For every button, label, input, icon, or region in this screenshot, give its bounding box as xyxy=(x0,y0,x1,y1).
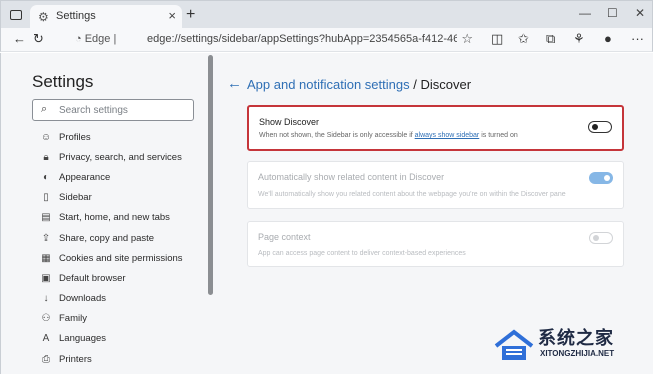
favorite-add-icon[interactable]: ☆ xyxy=(461,31,473,47)
profile-icon: ☺ xyxy=(40,131,52,143)
sidebar-item-default-browser[interactable]: ▣ Default browser xyxy=(39,268,183,288)
page-title: App and notification settings / Discover xyxy=(247,77,471,92)
sidebar-item-privacy[interactable]: 🔒︎ Privacy, search, and services xyxy=(39,147,183,167)
nav-label: Languages xyxy=(59,333,107,345)
cookie-icon: ▦ xyxy=(41,252,51,264)
nav-label: Privacy, search, and services xyxy=(59,151,182,163)
profile-avatar-icon[interactable]: ● xyxy=(604,31,612,47)
watermark-title: 系统之家 xyxy=(538,328,614,348)
breadcrumb-current: Discover xyxy=(420,77,472,92)
site-info[interactable]: ◔ Edge | xyxy=(75,33,116,45)
edge-icon: ◔ xyxy=(75,33,82,45)
extensions-icon[interactable]: ⚘ xyxy=(573,31,585,47)
nav-label: Sidebar xyxy=(59,192,92,204)
related-content-card: Automatically show related content in Di… xyxy=(247,161,624,209)
favorites-icon[interactable]: ✩ xyxy=(518,31,529,47)
always-show-sidebar-link[interactable]: always show sidebar xyxy=(415,132,480,139)
maximize-icon[interactable]: ☐ xyxy=(607,6,618,20)
download-icon: ↓ xyxy=(43,293,49,305)
sidebar-item-share[interactable]: ⇪ Share, copy and paste xyxy=(39,228,183,248)
nav-label: Profiles xyxy=(59,131,91,143)
setting-description: We'll automatically show you related con… xyxy=(258,191,566,198)
nav-label: Downloads xyxy=(59,293,106,305)
watermark-subtitle: XITONGZHIJIA.NET xyxy=(540,349,615,358)
watermark: 系统之家 XITONGZHIJIA.NET xyxy=(490,322,650,370)
search-box[interactable]: ⌕ xyxy=(32,99,194,121)
setting-description: When not shown, the Sidebar is only acce… xyxy=(259,132,518,139)
toggle-knob xyxy=(592,124,598,130)
url-prefix: Edge | xyxy=(84,33,117,45)
nav-label: Printers xyxy=(59,353,92,365)
description-text: When not shown, the Sidebar is only acce… xyxy=(259,132,413,139)
appearance-icon: ◐ xyxy=(42,171,50,183)
address-bar[interactable]: ◔ Edge | edge://settings/sidebar/appSett… xyxy=(69,30,479,50)
settings-sidebar: Settings ⌕ ☺ Profiles 🔒︎ Privacy, search, … xyxy=(1,53,213,374)
sidebar-icon: ▯ xyxy=(43,192,49,204)
back-icon[interactable]: ← xyxy=(13,31,26,47)
gear-icon: ⚙ xyxy=(38,10,49,24)
close-window-icon[interactable]: ✕ xyxy=(635,6,645,20)
sidebar-item-start-home[interactable]: ▤ Start, home, and new tabs xyxy=(39,208,183,228)
breadcrumb-separator: / xyxy=(413,77,417,92)
sidebar-item-downloads[interactable]: ↓ Downloads xyxy=(39,289,183,309)
sidebar-item-sidebar[interactable]: ▯ Sidebar xyxy=(39,188,183,208)
refresh-icon[interactable]: ↻ xyxy=(33,31,44,47)
url-text[interactable]: edge://settings/sidebar/appSettings?hubA… xyxy=(147,33,457,45)
sidebar-item-family[interactable]: ⚇ Family xyxy=(39,309,183,329)
home-icon: ▤ xyxy=(41,212,51,224)
breadcrumb-parent[interactable]: App and notification settings xyxy=(247,77,410,92)
sidebar-item-printers[interactable]: ⎙ Printers xyxy=(39,349,183,369)
minimize-icon[interactable]: — xyxy=(579,6,591,20)
show-discover-toggle[interactable] xyxy=(588,121,612,133)
watermark-logo xyxy=(494,329,534,360)
scrollbar[interactable] xyxy=(208,55,213,295)
search-input[interactable] xyxy=(59,102,189,118)
setting-description: App can access page content to deliver c… xyxy=(258,250,466,257)
new-tab-icon[interactable]: + xyxy=(186,6,195,24)
toggle-knob xyxy=(604,175,610,181)
share-icon: ⇪ xyxy=(41,232,51,244)
nav-label: Cookies and site permissions xyxy=(59,252,183,264)
toolbar: ← ↻ ◔ Edge | edge://settings/sidebar/app… xyxy=(0,28,653,52)
browser-icon: ▣ xyxy=(41,272,51,284)
nav-label: Share, copy and paste xyxy=(59,232,155,244)
related-content-toggle xyxy=(589,172,613,184)
sidebar-item-appearance[interactable]: ◐ Appearance xyxy=(39,167,183,187)
tab-strip: ⚙ Settings × + — ☐ ✕ xyxy=(0,0,653,29)
setting-title: Page context xyxy=(258,232,311,242)
split-screen-icon[interactable]: ◫ xyxy=(491,31,503,47)
toggle-knob xyxy=(593,235,599,241)
more-options-icon[interactable]: ··· xyxy=(631,31,644,47)
nav-label: Family xyxy=(59,313,87,325)
settings-title: Settings xyxy=(32,72,94,91)
settings-nav: ☺ Profiles 🔒︎ Privacy, search, and service… xyxy=(39,127,183,369)
search-icon: ⌕ xyxy=(41,103,48,115)
close-tab-icon[interactable]: × xyxy=(168,8,176,23)
sidebar-item-languages[interactable]: A Languages xyxy=(39,329,183,349)
languages-icon: A xyxy=(42,333,50,345)
lock-icon: 🔒︎ xyxy=(43,151,49,163)
tab-title: Settings xyxy=(56,10,96,22)
setting-title: Show Discover xyxy=(259,117,320,127)
page-context-toggle xyxy=(589,232,613,244)
show-discover-card: Show Discover When not shown, the Sideba… xyxy=(247,105,624,151)
printer-icon: ⎙ xyxy=(42,353,50,365)
setting-title: Automatically show related content in Di… xyxy=(258,172,445,182)
page-context-card: Page context App can access page content… xyxy=(247,221,624,267)
description-text: is turned on xyxy=(481,132,518,139)
collections-icon[interactable]: ⧉ xyxy=(546,31,555,47)
nav-label: Start, home, and new tabs xyxy=(59,212,170,224)
nav-label: Default browser xyxy=(59,272,126,284)
tab-actions-icon[interactable] xyxy=(10,10,22,20)
family-icon: ⚇ xyxy=(41,313,51,325)
back-arrow-icon[interactable]: ← xyxy=(227,75,242,92)
sidebar-item-profiles[interactable]: ☺ Profiles xyxy=(39,127,183,147)
sidebar-item-cookies[interactable]: ▦ Cookies and site permissions xyxy=(39,248,183,268)
tab-settings[interactable]: ⚙ Settings × xyxy=(30,5,182,29)
nav-label: Appearance xyxy=(59,171,111,183)
